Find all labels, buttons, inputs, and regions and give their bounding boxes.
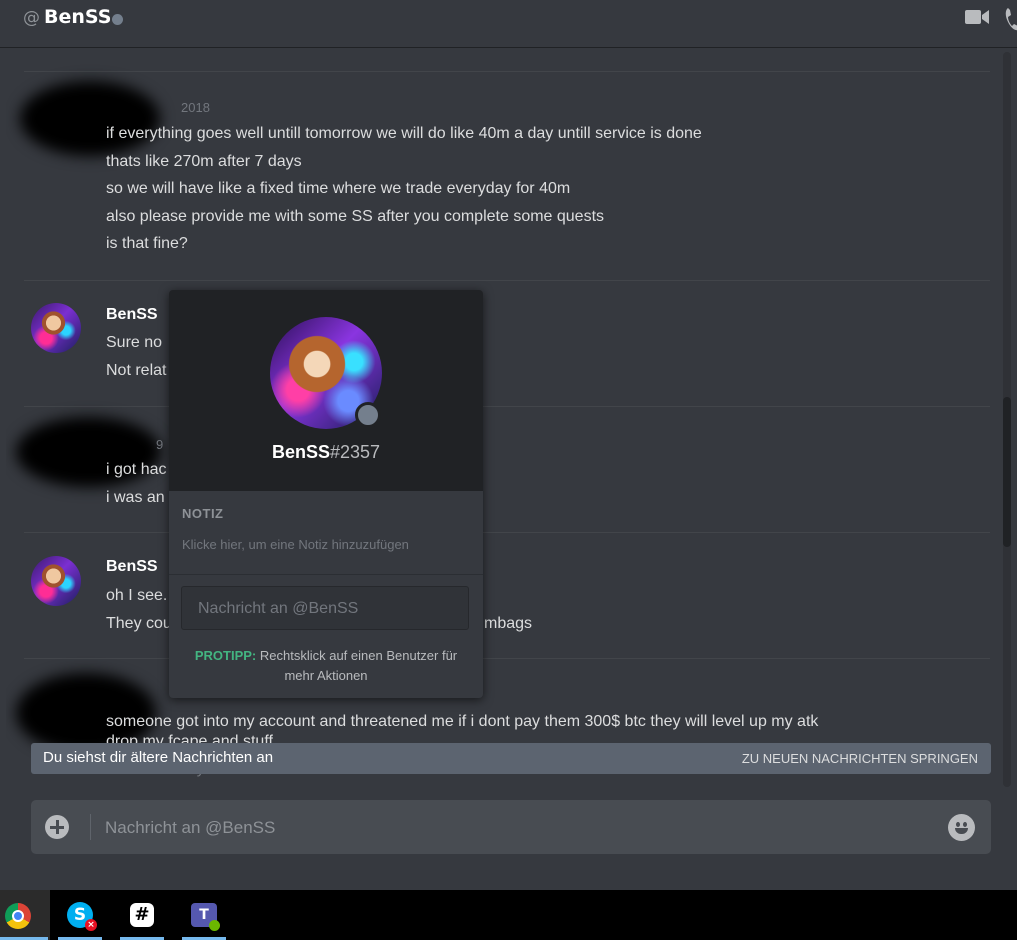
scrollbar-track[interactable] [1003,52,1011,787]
older-messages-bar: Du siehst dir ältere Nachrichten an ZU N… [31,743,991,774]
popout-username-tag[interactable]: BenSS#2357 [169,442,483,463]
scrollbar-thumb[interactable] [1003,397,1011,547]
emoji-eye [963,822,967,827]
taskbar-chrome[interactable] [0,890,50,940]
message-composer [31,800,991,854]
jump-to-present-button[interactable]: ZU NEUEN NACHRICHTEN SPRINGEN [742,751,978,766]
emoji-picker-icon[interactable] [948,814,975,841]
message-line: mbags [484,615,533,632]
redaction-scribble [20,81,160,156]
protip-label: PROTIPP: [194,648,257,663]
message-input[interactable] [103,812,927,844]
taskbar-skype[interactable]: S × [55,890,105,940]
message-line: if everything goes well untill tomorrow … [106,125,702,142]
chrome-icon [5,903,31,929]
channel-title[interactable]: BenSS [44,6,111,28]
phone-call-icon[interactable] [1004,6,1017,32]
protip-text: Rechtsklick auf einen Benutzer für mehr … [259,648,458,683]
message-line: someone got into my account and threaten… [106,713,819,730]
popout-status-indicator [355,402,381,428]
avatar[interactable] [31,556,81,606]
message-timestamp: 2018 [181,100,210,115]
message-author[interactable]: BenSS [106,558,158,576]
message-line: Not relat [106,362,167,379]
video-call-icon[interactable] [965,9,989,25]
popout-message-input[interactable] [196,595,460,623]
note-field[interactable]: Klicke hier, um eine Notiz hinzuzufügen [182,537,409,552]
taskbar: S × # T [0,890,1017,940]
status-indicator [112,14,123,25]
composer-divider [90,814,91,840]
popout-message-field [181,586,469,630]
message-divider [24,280,990,281]
popout-discriminator: #2357 [329,442,381,462]
at-symbol-icon: @ [23,8,40,28]
message-author[interactable]: BenSS [106,306,158,324]
taskbar-slack[interactable]: # [117,890,167,940]
message-line: Sure no [106,334,163,351]
avatar[interactable] [31,303,81,353]
teams-status-badge-icon [209,920,220,931]
skype-error-badge-icon: × [85,919,97,931]
note-header: NOTIZ [182,506,224,521]
protip: PROTIPP: Rechtsklick auf einen Benutzer … [183,646,469,686]
older-messages-text: Du siehst dir ältere Nachrichten an [43,749,274,766]
channel-header: @ BenSS [0,0,1017,48]
popout-divider [169,574,483,575]
message-divider [24,71,990,72]
message-line: also please provide me with some SS afte… [106,208,605,225]
message-timestamp: 9 [156,437,164,452]
message-line: is that fine? [106,235,188,252]
taskbar-teams[interactable]: T [179,890,229,940]
emoji-mouth [955,828,968,834]
message-line: i got hac [106,461,167,478]
slack-icon: # [130,903,154,927]
message-line: so we will have like a fixed time where … [106,180,571,197]
popout-header: BenSS#2357 [169,290,483,491]
message-line: They cou [106,615,172,632]
user-popout: BenSS#2357 NOTIZ Klicke hier, um eine No… [169,290,483,698]
message-list[interactable]: 2018 if everything goes well untill tomo… [6,49,1006,789]
emoji-eye [956,822,960,827]
popout-username: BenSS [271,442,330,462]
message-line: oh I see. [106,587,168,604]
upload-plus-icon[interactable] [45,815,69,839]
message-line: i was an [106,489,165,506]
message-line: thats like 270m after 7 days [106,153,302,170]
